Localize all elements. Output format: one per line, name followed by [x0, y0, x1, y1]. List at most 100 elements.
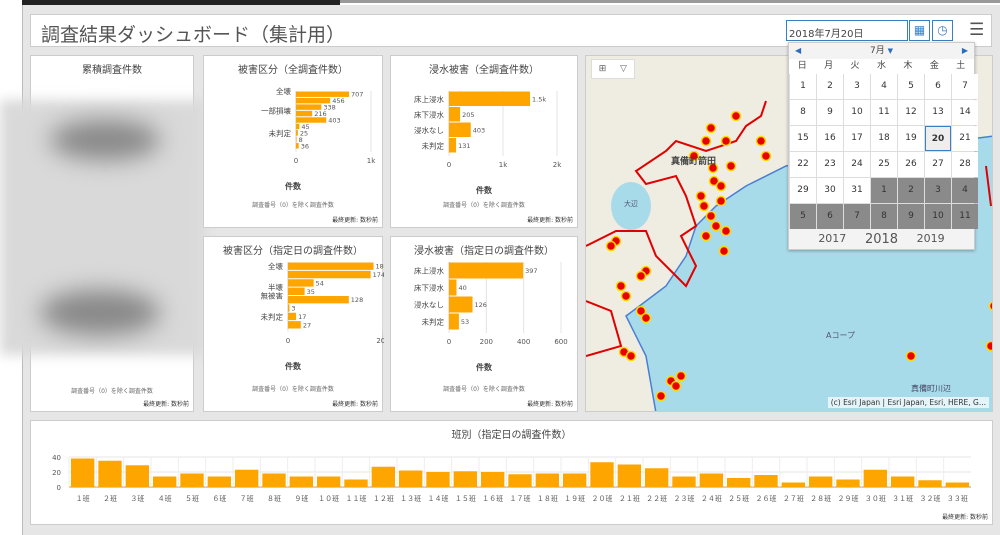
bar[interactable]	[262, 473, 286, 488]
survey-point[interactable]	[635, 270, 647, 282]
calendar-day[interactable]: 10	[844, 100, 870, 125]
calendar-day[interactable]: 11	[952, 204, 978, 229]
calendar-day[interactable]: 3	[925, 178, 951, 203]
year-option[interactable]: 2019	[917, 232, 945, 247]
survey-point[interactable]	[720, 225, 732, 237]
calendar-day[interactable]: 31	[844, 178, 870, 203]
calendar-day[interactable]: 23	[817, 152, 843, 177]
calendar-day[interactable]: 5	[790, 204, 816, 229]
bar[interactable]	[453, 471, 477, 487]
date-input[interactable]: 2018年7月20日	[786, 20, 908, 41]
calendar-day[interactable]: 19	[898, 126, 924, 151]
calendar-day[interactable]: 18	[871, 126, 897, 151]
bar[interactable]	[918, 480, 942, 487]
hamburger-icon[interactable]: ☰	[969, 20, 984, 40]
survey-point[interactable]	[620, 290, 632, 302]
bar[interactable]	[945, 482, 969, 488]
bar[interactable]	[296, 104, 322, 110]
calendar-day[interactable]: 15	[790, 126, 816, 151]
bar[interactable]	[672, 476, 696, 488]
calendar-day[interactable]: 28	[952, 152, 978, 177]
calendar-day[interactable]: 22	[790, 152, 816, 177]
bar[interactable]	[699, 473, 723, 488]
calendar-day[interactable]: 14	[952, 100, 978, 125]
bar[interactable]	[590, 462, 614, 487]
survey-point[interactable]	[725, 160, 737, 172]
bar[interactable]	[836, 479, 860, 488]
bar[interactable]	[399, 470, 423, 488]
calendar-day[interactable]: 9	[898, 204, 924, 229]
bar[interactable]	[535, 473, 559, 488]
survey-point[interactable]	[655, 390, 667, 402]
bar[interactable]	[563, 473, 587, 488]
calendar-day[interactable]: 5	[898, 74, 924, 99]
calendar-day[interactable]: 4	[871, 74, 897, 99]
survey-point[interactable]	[670, 380, 682, 392]
bar[interactable]	[371, 466, 395, 487]
map-toolbar[interactable]: ⊞ ▽	[591, 59, 635, 79]
calendar-day[interactable]: 7	[952, 74, 978, 99]
calendar-icon[interactable]: ▦	[909, 20, 930, 41]
calendar-day[interactable]: 11	[871, 100, 897, 125]
bar[interactable]	[180, 473, 204, 488]
bar[interactable]	[98, 460, 122, 487]
bar[interactable]	[809, 476, 833, 488]
bar[interactable]	[288, 304, 290, 312]
survey-point[interactable]	[710, 220, 722, 232]
bar[interactable]	[449, 296, 473, 313]
calendar-day[interactable]: 6	[925, 74, 951, 99]
calendar-day[interactable]: 13	[925, 100, 951, 125]
bar[interactable]	[153, 476, 177, 488]
survey-point[interactable]	[675, 370, 687, 382]
calendar-day[interactable]: 20	[925, 126, 951, 151]
bar[interactable]	[125, 465, 149, 487]
survey-point[interactable]	[718, 245, 730, 257]
survey-point[interactable]	[700, 230, 712, 242]
bar[interactable]	[288, 287, 305, 295]
bar[interactable]	[289, 476, 313, 488]
bar[interactable]	[754, 475, 778, 487]
bar[interactable]	[296, 97, 331, 104]
survey-point[interactable]	[605, 240, 617, 252]
year-option[interactable]: 2017	[818, 232, 846, 247]
calendar-day[interactable]: 4	[952, 178, 978, 203]
bar[interactable]	[449, 279, 457, 296]
bar[interactable]	[449, 91, 530, 107]
survey-point[interactable]	[905, 350, 917, 362]
layers-icon[interactable]: ⊞	[592, 60, 613, 78]
bar[interactable]	[449, 122, 471, 138]
bar[interactable]	[235, 469, 259, 487]
survey-point[interactable]	[988, 301, 994, 311]
survey-point[interactable]	[720, 135, 732, 147]
survey-point[interactable]	[615, 280, 627, 292]
bar[interactable]	[645, 468, 669, 487]
bar[interactable]	[296, 130, 298, 136]
clock-icon[interactable]: ◷	[932, 20, 953, 41]
survey-point[interactable]	[700, 135, 712, 147]
calendar-day[interactable]: 7	[844, 204, 870, 229]
bar[interactable]	[207, 476, 231, 488]
bar[interactable]	[344, 479, 368, 488]
bar[interactable]	[288, 321, 301, 329]
calendar-day[interactable]: 10	[925, 204, 951, 229]
prev-month-icon[interactable]: ◀	[795, 43, 801, 59]
bar[interactable]	[288, 279, 314, 287]
calendar-day[interactable]: 6	[817, 204, 843, 229]
bar[interactable]	[449, 262, 524, 279]
calendar-day[interactable]: 9	[817, 100, 843, 125]
survey-point[interactable]	[640, 312, 652, 324]
survey-point[interactable]	[705, 210, 717, 222]
survey-point[interactable]	[698, 200, 710, 212]
bar[interactable]	[426, 472, 450, 487]
bar[interactable]	[727, 478, 751, 487]
calendar-day[interactable]: 25	[871, 152, 897, 177]
bar[interactable]	[481, 472, 505, 487]
bar[interactable]	[296, 117, 327, 123]
bar[interactable]	[508, 474, 532, 487]
calendar-day[interactable]: 21	[952, 126, 978, 151]
bar[interactable]	[449, 107, 461, 122]
next-month-icon[interactable]: ▶	[962, 43, 968, 59]
calendar-day[interactable]: 16	[817, 126, 843, 151]
chevron-down-icon[interactable]: ▽	[613, 60, 634, 78]
bar[interactable]	[288, 262, 374, 270]
